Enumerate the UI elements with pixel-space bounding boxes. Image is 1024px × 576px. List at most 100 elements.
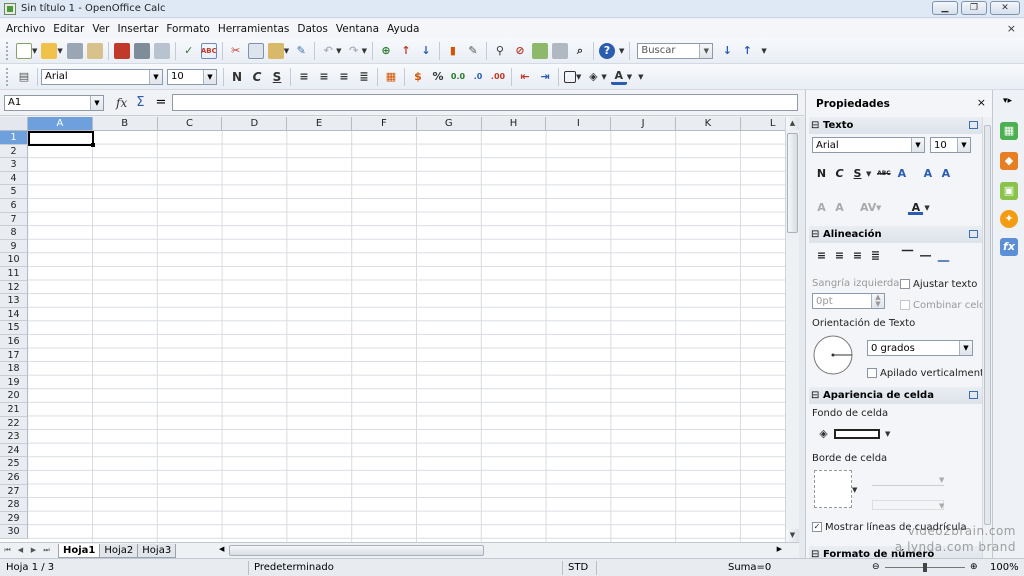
vertical-scrollbar[interactable]: ▲ ▼ <box>785 117 799 542</box>
decrease-indent-icon[interactable]: ⇤ <box>517 69 533 85</box>
zoom-in-icon[interactable]: ⊕ <box>970 562 978 572</box>
vertical-scroll-thumb[interactable] <box>787 133 798 233</box>
chevron-down-icon[interactable]: ▼ <box>32 47 37 55</box>
scroll-left-icon[interactable]: ◀ <box>219 545 224 553</box>
styles-icon[interactable]: ▤ <box>16 69 32 85</box>
section-options-icon[interactable] <box>969 391 978 399</box>
menu-herramientas[interactable]: Herramientas <box>214 23 294 35</box>
pivot-table-icon[interactable]: ✎ <box>465 43 481 59</box>
menu-insertar[interactable]: Insertar <box>114 23 163 35</box>
menu-ventana[interactable]: Ventana <box>332 23 383 35</box>
sheet-tab-hoja3[interactable]: Hoja3 <box>137 543 177 558</box>
styles-deck-icon[interactable]: ◆ <box>1000 152 1018 170</box>
bold-button[interactable]: N <box>229 69 245 85</box>
row-header[interactable]: 10 <box>0 253 28 267</box>
zoom-out-icon[interactable]: ⊖ <box>872 562 880 572</box>
navigator-deck-icon[interactable]: ✦ <box>1000 210 1018 228</box>
chevron-down-icon[interactable]: ▼ <box>959 341 972 355</box>
menu-datos[interactable]: Datos <box>293 23 332 35</box>
row-header[interactable]: 23 <box>0 430 28 444</box>
delete-decimal-icon[interactable]: .00 <box>490 69 506 85</box>
chevron-down-icon[interactable]: ▼ <box>284 47 289 55</box>
spin-arrows-icon[interactable]: ▲ ▼ <box>871 294 884 308</box>
column-header[interactable]: K <box>676 117 741 131</box>
paint-bucket-icon[interactable]: ◈ <box>816 426 831 441</box>
maximize-button[interactable]: ❐ <box>961 1 987 15</box>
toolbar-overflow-icon[interactable]: ▼ <box>761 47 766 55</box>
help-icon[interactable]: ? <box>598 42 615 59</box>
scroll-down-icon[interactable]: ▼ <box>786 529 799 542</box>
font-color-icon[interactable]: A <box>610 69 627 85</box>
chevron-down-icon[interactable]: ▼ <box>362 47 367 55</box>
sum-icon[interactable]: Σ <box>136 95 144 110</box>
sidebar-menu-icon[interactable]: ▾▸ <box>1003 96 1012 106</box>
data-sources-icon[interactable] <box>551 42 568 59</box>
sidebar-justify-icon[interactable]: ≣ <box>868 248 883 263</box>
row-header[interactable]: 8 <box>0 226 28 240</box>
close-sidebar-icon[interactable]: × <box>977 96 986 109</box>
hyperlink-icon[interactable]: ⊕ <box>378 43 394 59</box>
indent-spinner[interactable]: 0pt ▲ ▼ <box>812 293 885 309</box>
horizontal-scrollbar[interactable]: ◀ ▶ <box>219 544 784 557</box>
sidebar-scroll-thumb[interactable] <box>984 125 991 525</box>
gallery-icon[interactable] <box>531 42 548 59</box>
close-document-icon[interactable]: × <box>1007 22 1016 35</box>
chevron-down-icon[interactable]: ▼ <box>90 95 103 110</box>
minimize-button[interactable]: ▁ <box>932 1 958 15</box>
first-sheet-icon[interactable]: ⏮ <box>2 545 13 556</box>
chevron-down-icon[interactable]: ▼ <box>911 138 924 152</box>
spellcheck-icon[interactable]: ✓ <box>181 43 197 59</box>
sheet-tab-hoja1[interactable]: Hoja1 <box>58 543 101 558</box>
open-folder-icon[interactable] <box>41 42 58 59</box>
align-left-icon[interactable]: ≡ <box>296 69 312 85</box>
menu-formato[interactable]: Formato <box>162 23 213 35</box>
selected-cell-cursor[interactable] <box>28 131 94 146</box>
function-icon[interactable]: = <box>155 95 166 110</box>
row-header[interactable]: 28 <box>0 498 28 512</box>
chevron-down-icon[interactable]: ▼ <box>885 430 890 438</box>
align-middle-icon[interactable]: ― <box>918 248 933 263</box>
row-header[interactable]: 17 <box>0 348 28 363</box>
chevron-down-icon[interactable]: ▼ <box>627 73 632 81</box>
cell-background-picker[interactable]: ◈ ▼ <box>816 426 892 441</box>
zoom-icon[interactable]: ⌕ <box>572 43 588 59</box>
column-header[interactable]: I <box>546 117 612 131</box>
font-name-select[interactable]: Arial ▼ <box>41 68 163 85</box>
align-right-icon[interactable]: ≡ <box>336 69 352 85</box>
row-header[interactable]: 12 <box>0 280 28 295</box>
background-color-swatch[interactable] <box>834 428 880 439</box>
row-header[interactable]: 14 <box>0 307 28 322</box>
sidebar-font-size-select[interactable]: 10 ▼ <box>930 137 971 153</box>
alignment-section-header[interactable]: Alineación <box>809 226 982 243</box>
previous-sheet-icon[interactable]: ◀ <box>15 545 26 556</box>
row-header[interactable]: 27 <box>0 484 28 499</box>
toolbar-overflow-icon[interactable]: ▼ <box>619 47 624 55</box>
sheet-tab-hoja2[interactable]: Hoja2 <box>99 543 139 558</box>
degrees-select[interactable]: 0 grados ▼ <box>867 340 973 356</box>
close-window-button[interactable]: ✕ <box>990 1 1020 15</box>
clone-format-icon[interactable]: ✎ <box>293 43 309 59</box>
row-header[interactable]: 6 <box>0 199 28 213</box>
column-header[interactable]: E <box>287 117 352 131</box>
column-header[interactable]: F <box>352 117 417 131</box>
toolbar-grip[interactable] <box>6 41 10 60</box>
column-header[interactable]: G <box>416 117 482 131</box>
sidebar-align-left-icon[interactable]: ≡ <box>814 248 829 263</box>
sidebar-font-name-select[interactable]: Arial ▼ <box>812 137 925 153</box>
select-all-corner[interactable] <box>0 117 28 131</box>
undo-icon[interactable]: ↶ <box>320 43 336 59</box>
align-top-icon[interactable]: ⎺ <box>900 248 915 263</box>
redo-icon[interactable]: ↷ <box>346 43 362 59</box>
row-header[interactable]: 18 <box>0 362 28 376</box>
decrease-font-icon[interactable]: A <box>938 166 953 181</box>
cut-icon[interactable]: ✂ <box>228 43 244 59</box>
add-decimal-icon[interactable]: .0 <box>470 69 486 85</box>
paste-icon[interactable] <box>267 42 284 59</box>
find-input[interactable]: Buscar ▼ <box>637 42 714 59</box>
row-header[interactable]: 20 <box>0 389 28 403</box>
row-header[interactable]: 3 <box>0 158 28 172</box>
show-gridlines-checkbox[interactable]: ✓ <box>812 522 822 532</box>
column-header[interactable]: A <box>28 117 93 131</box>
chevron-down-icon[interactable]: ▼ <box>866 170 871 178</box>
chevron-down-icon[interactable]: ▼ <box>576 73 581 81</box>
